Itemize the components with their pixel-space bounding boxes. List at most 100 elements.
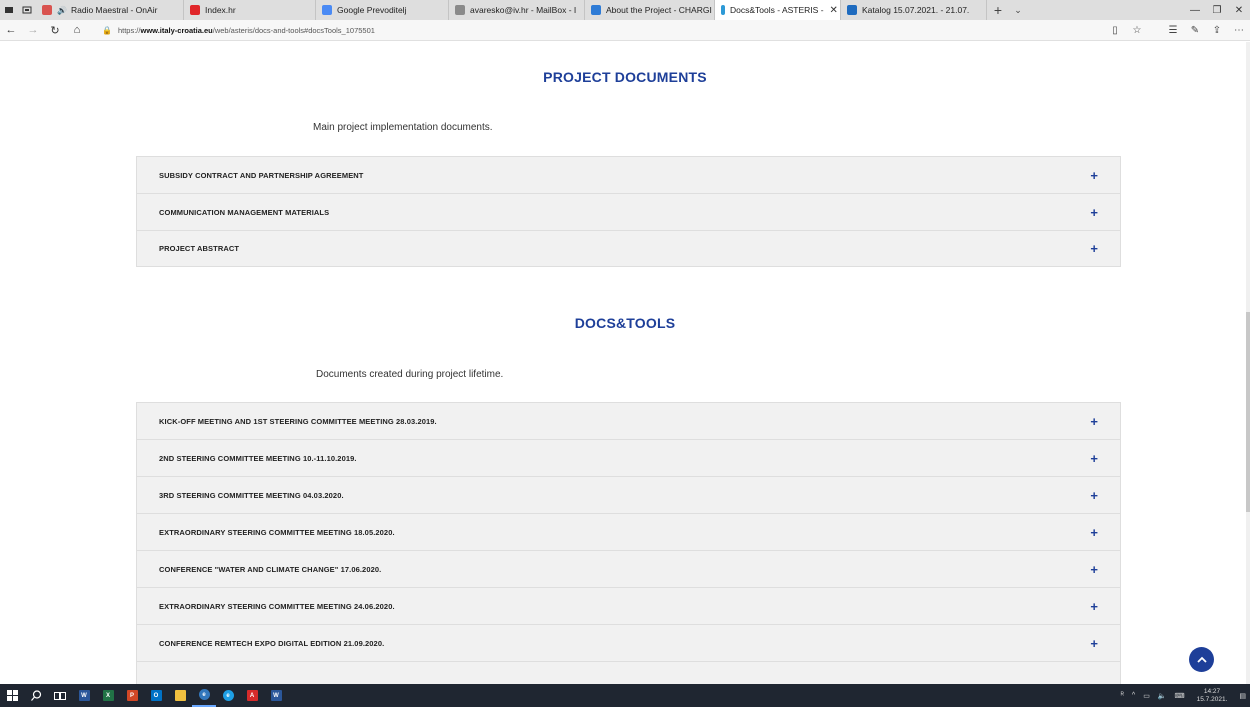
- accordion-item[interactable]: 3RD STEERING COMMITTEE MEETING 04.03.202…: [136, 476, 1121, 513]
- taskbar-clock[interactable]: 14:27 15.7.2021.: [1197, 688, 1228, 704]
- accordion-item[interactable]: EXTRAORDINARY STEERING COMMITTEE MEETING…: [136, 587, 1121, 624]
- word-document-icon[interactable]: W: [264, 684, 288, 707]
- expand-plus-icon[interactable]: +: [1090, 415, 1098, 428]
- scroll-to-top-button[interactable]: [1189, 647, 1214, 672]
- accordion-item[interactable]: 2ND STEERING COMMITTEE MEETING 10.-11.10…: [136, 439, 1121, 476]
- expand-plus-icon[interactable]: +: [1090, 600, 1098, 613]
- close-tab-icon[interactable]: ✕: [830, 5, 838, 16]
- web-page: PROJECT DOCUMENTS Main project implement…: [0, 42, 1250, 684]
- outlook-app-icon[interactable]: O: [144, 684, 168, 707]
- expand-plus-icon[interactable]: +: [1090, 206, 1098, 219]
- section-description: Main project implementation documents.: [313, 122, 493, 133]
- task-view-icon[interactable]: [48, 684, 72, 707]
- tab-docs-tools[interactable]: Docs&Tools - ASTERIS - ✕: [715, 0, 841, 20]
- restore-icon[interactable]: ❐: [1206, 0, 1228, 20]
- accordion-item-label: EXTRAORDINARY STEERING COMMITTEE MEETING…: [159, 601, 395, 611]
- favorites-list-icon[interactable]: ☰: [1162, 25, 1184, 36]
- tab-radio-maestral[interactable]: 🔊 Radio Maestral - OnAir: [36, 0, 184, 20]
- url-host: www.italy-croatia.eu: [140, 25, 213, 35]
- accordion-item[interactable]: KICK-OFF MEETING AND 1ST STEERING COMMIT…: [136, 402, 1121, 439]
- network-icon[interactable]: ▭: [1143, 692, 1150, 700]
- page-scrollbar[interactable]: [1246, 42, 1250, 684]
- tab-mailbox[interactable]: avaresko@iv.hr - MailBox - I: [449, 0, 585, 20]
- refresh-icon[interactable]: ↻: [44, 24, 66, 37]
- window-menu-icon[interactable]: [0, 0, 18, 20]
- tab-list-chevron-icon[interactable]: ⌄: [1009, 0, 1027, 20]
- expand-plus-icon[interactable]: +: [1090, 563, 1098, 576]
- accordion-item[interactable]: EXTRAORDINARY STEERING COMMITTEE MEETING…: [136, 513, 1121, 550]
- docs-tools-accordion: KICK-OFF MEETING AND 1ST STEERING COMMIT…: [136, 402, 1121, 684]
- browser-tab-strip: 🔊 Radio Maestral - OnAir Index.hr Google…: [0, 0, 1250, 20]
- tab-katalog[interactable]: Katalog 15.07.2021. - 21.07.: [841, 0, 987, 20]
- notification-center-icon[interactable]: ▤: [1239, 692, 1246, 700]
- home-icon[interactable]: ⌂: [66, 24, 88, 36]
- lock-icon: 🔒: [102, 25, 112, 35]
- expand-plus-icon[interactable]: +: [1090, 526, 1098, 539]
- accordion-item-label: PROJECT ABSTRACT: [159, 244, 240, 253]
- tab-label: Index.hr: [205, 5, 236, 15]
- accordion-item-partial[interactable]: [136, 661, 1121, 684]
- tab-label: Katalog 15.07.2021. - 21.07.: [862, 5, 970, 15]
- tab-label: Docs&Tools - ASTERIS -: [730, 5, 824, 15]
- accordion-item-label: 3RD STEERING COMMITTEE MEETING 04.03.202…: [159, 490, 344, 500]
- address-actions: ▯ ☆ ☰ ✎ ⇪ ⋯: [1104, 20, 1250, 41]
- reading-view-icon[interactable]: ▯: [1104, 25, 1126, 36]
- url-path: /web/asteris/docs-and-tools#docsTools_10…: [212, 25, 375, 35]
- tab-label: Google Prevoditelj: [337, 5, 407, 15]
- close-window-icon[interactable]: ✕: [1228, 0, 1250, 20]
- tab-index-hr[interactable]: Index.hr: [184, 0, 316, 20]
- tab-actions-icon[interactable]: [18, 0, 36, 20]
- tab-label: Radio Maestral - OnAir: [70, 5, 158, 15]
- share-icon[interactable]: ⇪: [1206, 25, 1228, 36]
- word-app-icon[interactable]: W: [72, 684, 96, 707]
- forward-arrow-icon[interactable]: →: [22, 24, 44, 36]
- new-tab-button[interactable]: +: [987, 0, 1009, 20]
- tab-chargi[interactable]: About the Project - CHARGI: [585, 0, 715, 20]
- section-description: Documents created during project lifetim…: [316, 369, 504, 380]
- powerpoint-app-icon[interactable]: P: [120, 684, 144, 707]
- accordion-item[interactable]: CONFERENCE "WATER AND CLIMATE CHANGE" 17…: [136, 550, 1121, 587]
- mail-favicon-icon: [455, 5, 465, 15]
- start-windows-icon[interactable]: [0, 684, 24, 707]
- accordion-item[interactable]: CONFERENCE REMTECH EXPO DIGITAL EDITION …: [136, 624, 1121, 661]
- internet-explorer-icon[interactable]: e: [216, 684, 240, 707]
- accordion-item-label: COMMUNICATION MANAGEMENT MATERIALS: [159, 207, 330, 217]
- accordion-item[interactable]: COMMUNICATION MANAGEMENT MATERIALS +: [136, 193, 1121, 230]
- clock-time: 14:27: [1203, 687, 1221, 695]
- scrollbar-thumb[interactable]: [1246, 312, 1250, 512]
- more-menu-icon[interactable]: ⋯: [1228, 25, 1250, 36]
- audio-playing-icon[interactable]: 🔊: [57, 6, 67, 15]
- edge-browser-icon[interactable]: e: [192, 684, 216, 707]
- section-title-project-documents: PROJECT DOCUMENTS: [543, 69, 707, 85]
- people-icon[interactable]: ᴿ: [1121, 692, 1124, 699]
- file-explorer-icon[interactable]: [168, 684, 192, 707]
- notes-pen-icon[interactable]: ✎: [1184, 25, 1206, 36]
- expand-plus-icon[interactable]: +: [1090, 242, 1098, 255]
- tray-chevron-icon[interactable]: ^: [1132, 692, 1135, 699]
- address-field[interactable]: 🔒 https://www.italy-croatia.eu/web/aster…: [102, 22, 1082, 38]
- project-documents-accordion: SUBSIDY CONTRACT AND PARTNERSHIP AGREEME…: [136, 156, 1121, 267]
- expand-plus-icon[interactable]: +: [1090, 169, 1098, 182]
- accordion-item[interactable]: SUBSIDY CONTRACT AND PARTNERSHIP AGREEME…: [136, 156, 1121, 193]
- expand-plus-icon[interactable]: +: [1090, 489, 1098, 502]
- translate-favicon-icon: [322, 5, 332, 15]
- volume-icon[interactable]: 🔈: [1158, 692, 1167, 700]
- back-arrow-icon[interactable]: ←: [0, 24, 22, 36]
- favorite-star-icon[interactable]: ☆: [1126, 25, 1148, 36]
- index-favicon-icon: [190, 5, 200, 15]
- excel-app-icon[interactable]: X: [96, 684, 120, 707]
- search-icon[interactable]: [24, 684, 48, 707]
- minimize-icon[interactable]: —: [1184, 0, 1206, 20]
- accordion-item-label: SUBSIDY CONTRACT AND PARTNERSHIP AGREEME…: [159, 170, 364, 180]
- window-controls: — ❐ ✕: [1184, 0, 1250, 20]
- keyboard-icon[interactable]: ⌨: [1175, 692, 1185, 700]
- address-toolbar: ← → ↻ ⌂ 🔒 https://www.italy-croatia.eu/w…: [0, 20, 1250, 41]
- accordion-item-label: CONFERENCE REMTECH EXPO DIGITAL EDITION …: [159, 638, 385, 648]
- katalog-favicon-icon: [847, 5, 857, 15]
- expand-plus-icon[interactable]: +: [1090, 637, 1098, 650]
- accordion-item-label: 2ND STEERING COMMITTEE MEETING 10.-11.10…: [159, 453, 357, 463]
- acrobat-app-icon[interactable]: A: [240, 684, 264, 707]
- expand-plus-icon[interactable]: +: [1090, 452, 1098, 465]
- tab-google-prevoditelj[interactable]: Google Prevoditelj: [316, 0, 449, 20]
- accordion-item[interactable]: PROJECT ABSTRACT +: [136, 230, 1121, 267]
